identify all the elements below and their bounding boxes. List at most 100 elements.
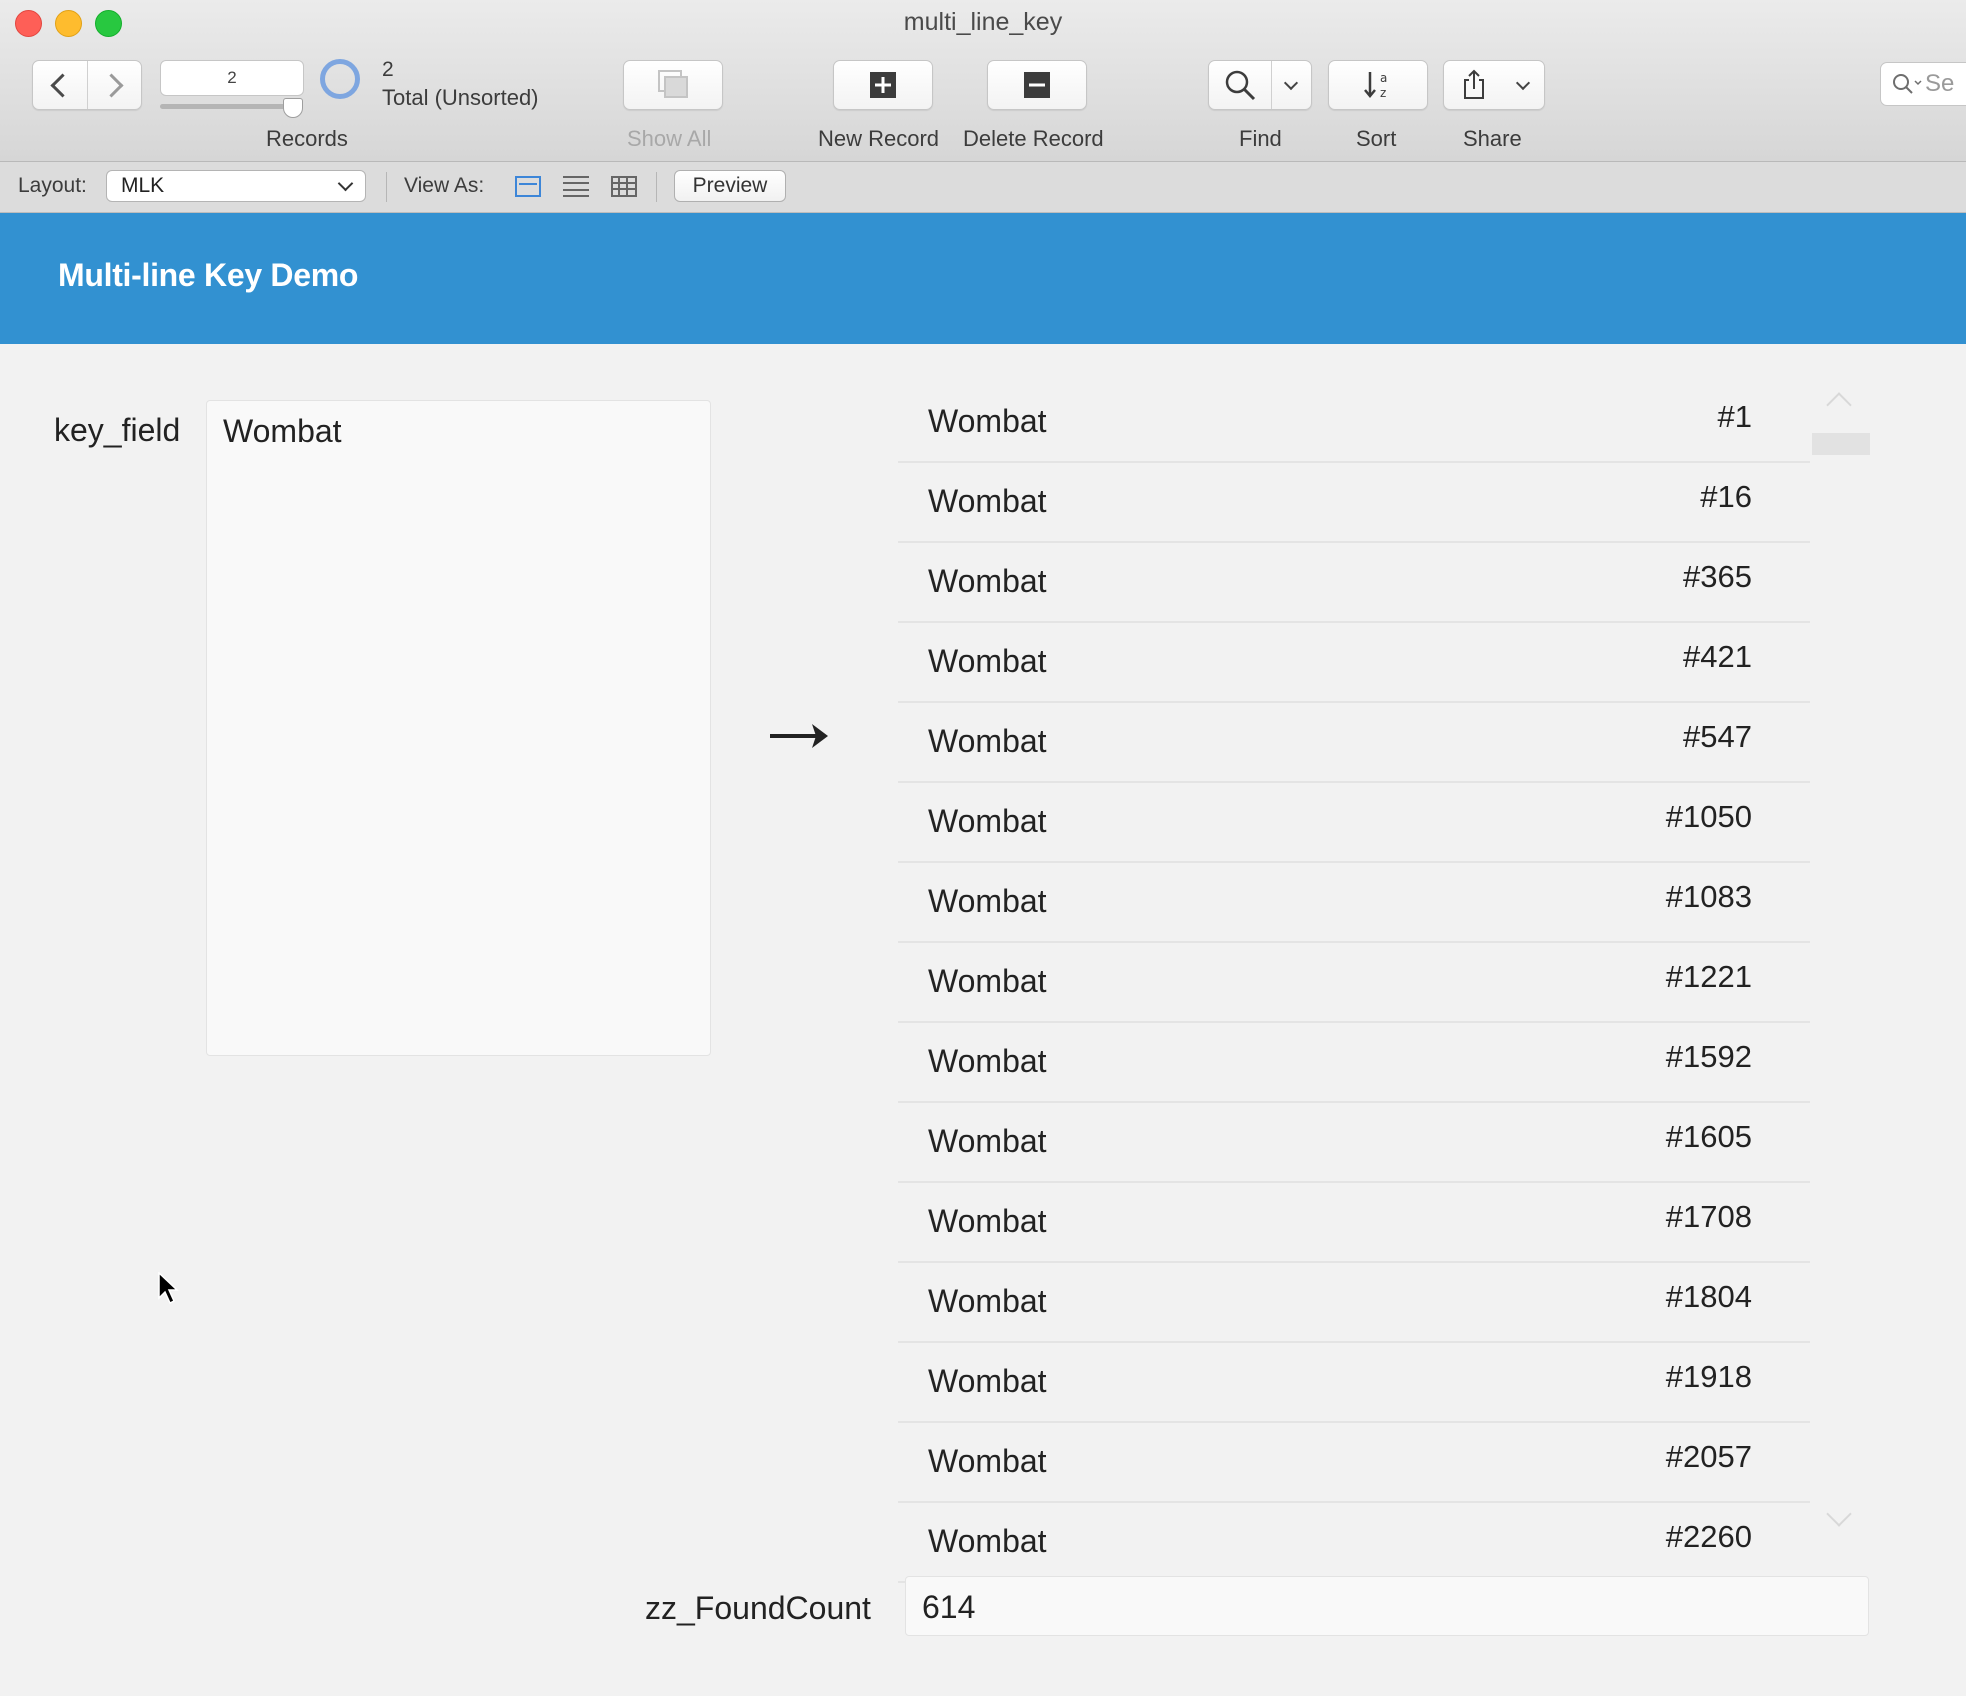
portal-row-id: #16: [1700, 479, 1752, 514]
found-count-label: zz_FoundCount: [645, 1590, 871, 1626]
key-field-input[interactable]: Wombat: [206, 400, 711, 1056]
delete-record-button[interactable]: [987, 60, 1087, 110]
find-dropdown[interactable]: [1272, 61, 1310, 109]
portal-row[interactable]: Wombat #1708: [898, 1183, 1810, 1263]
key-field-label: key_field: [54, 412, 181, 448]
window-title: multi_line_key: [903, 8, 1063, 36]
portal-row-id: #1083: [1665, 879, 1752, 914]
portal-row[interactable]: Wombat #421: [898, 623, 1810, 703]
find-button[interactable]: [1208, 60, 1312, 110]
show-all-icon: [658, 70, 688, 98]
sort-button[interactable]: a z: [1328, 60, 1428, 110]
share-icon: [1464, 69, 1484, 99]
previous-record-button[interactable]: [33, 61, 87, 109]
layout-bar: Layout: MLK View As: Preview: [0, 162, 1966, 213]
chevron-right-icon: [99, 72, 124, 98]
portal-scroll-up-icon[interactable]: [1826, 392, 1852, 418]
magnifier-icon: [1225, 70, 1256, 101]
total-status: Total (Unsorted): [382, 85, 539, 110]
sort-az-icon: a z: [1364, 71, 1387, 100]
show-all-button[interactable]: [623, 60, 723, 110]
portal-row-name: Wombat: [928, 803, 1047, 839]
found-set-pie-icon: [320, 59, 360, 99]
portal-row-id: #2057: [1665, 1439, 1752, 1474]
portal-row[interactable]: Wombat #1605: [898, 1103, 1810, 1183]
portal-scrollbar-thumb[interactable]: [1812, 433, 1870, 455]
search-icon: [1893, 74, 1922, 94]
portal-row-name: Wombat: [928, 483, 1047, 519]
layout-header: Multi-line Key Demo: [0, 213, 1966, 344]
view-as-label: View As:: [404, 174, 485, 197]
portal-row[interactable]: Wombat #1: [898, 383, 1810, 463]
mouse-pointer-icon: [158, 1272, 179, 1305]
delete-record-label: Delete Record: [963, 126, 1104, 151]
share-main[interactable]: [1444, 61, 1504, 109]
find-label: Find: [1239, 126, 1282, 151]
portal-row[interactable]: Wombat #365: [898, 543, 1810, 623]
chevron-down-icon: [1515, 75, 1531, 91]
window-toolbar: multi_line_key 2 2 Total (Unsorted) Reco…: [0, 0, 1966, 162]
portal-row-name: Wombat: [928, 643, 1047, 679]
record-slider[interactable]: [160, 104, 300, 109]
share-label: Share: [1463, 126, 1522, 151]
divider: [386, 172, 387, 202]
portal-row-id: #1: [1717, 399, 1752, 434]
search-placeholder: Se: [1925, 70, 1955, 97]
list-view-icon[interactable]: [563, 176, 589, 197]
portal-row-name: Wombat: [928, 563, 1047, 599]
portal-row-id: #421: [1683, 639, 1752, 674]
found-count-field[interactable]: 614: [905, 1576, 1869, 1636]
portal-row[interactable]: Wombat #547: [898, 703, 1810, 783]
next-record-button[interactable]: [86, 61, 142, 109]
svg-text:a: a: [1380, 71, 1387, 85]
current-record-input[interactable]: 2: [160, 60, 304, 96]
portal-row[interactable]: Wombat #1804: [898, 1263, 1810, 1343]
portal-row[interactable]: Wombat #2260: [898, 1503, 1810, 1583]
portal-row[interactable]: Wombat #2057: [898, 1423, 1810, 1503]
portal-row-id: #1605: [1665, 1119, 1752, 1154]
portal-row[interactable]: Wombat #1592: [898, 1023, 1810, 1103]
portal-row[interactable]: Wombat #1221: [898, 943, 1810, 1023]
portal-row-id: #1221: [1665, 959, 1752, 994]
new-record-label: New Record: [818, 126, 940, 151]
portal-row[interactable]: Wombat #16: [898, 463, 1810, 543]
portal-row-id: #547: [1683, 719, 1752, 754]
portal-row[interactable]: Wombat #1083: [898, 863, 1810, 943]
portal-row-id: #1592: [1665, 1039, 1752, 1074]
form-view-icon[interactable]: [515, 176, 541, 197]
portal-row-name: Wombat: [928, 403, 1047, 439]
layout-title: Multi-line Key Demo: [58, 257, 359, 293]
preview-button[interactable]: Preview: [674, 170, 786, 202]
record-slider-handle[interactable]: [283, 98, 303, 118]
portal-row-name: Wombat: [928, 1363, 1047, 1399]
quick-find-search[interactable]: Se: [1880, 62, 1966, 106]
portal-row-name: Wombat: [928, 1523, 1047, 1559]
svg-text:z: z: [1380, 86, 1386, 100]
sort-label: Sort: [1356, 126, 1397, 151]
portal-row[interactable]: Wombat #1918: [898, 1343, 1810, 1423]
portal-row-id: #1708: [1665, 1199, 1752, 1234]
show-all-label: Show All: [627, 126, 712, 151]
portal-row-id: #1050: [1665, 799, 1752, 834]
record-navigation: [32, 60, 142, 110]
portal-scroll-down-icon[interactable]: [1826, 1501, 1852, 1527]
related-records-portal[interactable]: Wombat #1 Wombat #16 Wombat #365 Wombat #421 Wom…: [898, 383, 1810, 1583]
portal-row[interactable]: Wombat #1050: [898, 783, 1810, 863]
divider: [656, 172, 657, 202]
share-dropdown[interactable]: [1504, 61, 1542, 109]
layout-select[interactable]: MLK: [106, 170, 366, 202]
portal-row-name: Wombat: [928, 883, 1047, 919]
layout-select-value: MLK: [121, 174, 165, 197]
portal-row-id: #1918: [1665, 1359, 1752, 1394]
share-button[interactable]: [1443, 60, 1545, 110]
records-label: Records: [266, 126, 348, 151]
chevron-down-icon: [337, 175, 354, 192]
new-record-button[interactable]: [833, 60, 933, 110]
minus-icon: [1024, 72, 1050, 98]
portal-row-name: Wombat: [928, 723, 1047, 759]
plus-icon: [870, 72, 896, 98]
right-arrow-icon: [770, 724, 828, 748]
find-main[interactable]: [1209, 61, 1272, 109]
table-view-icon[interactable]: [611, 176, 637, 197]
found-count: 2: [382, 58, 394, 81]
